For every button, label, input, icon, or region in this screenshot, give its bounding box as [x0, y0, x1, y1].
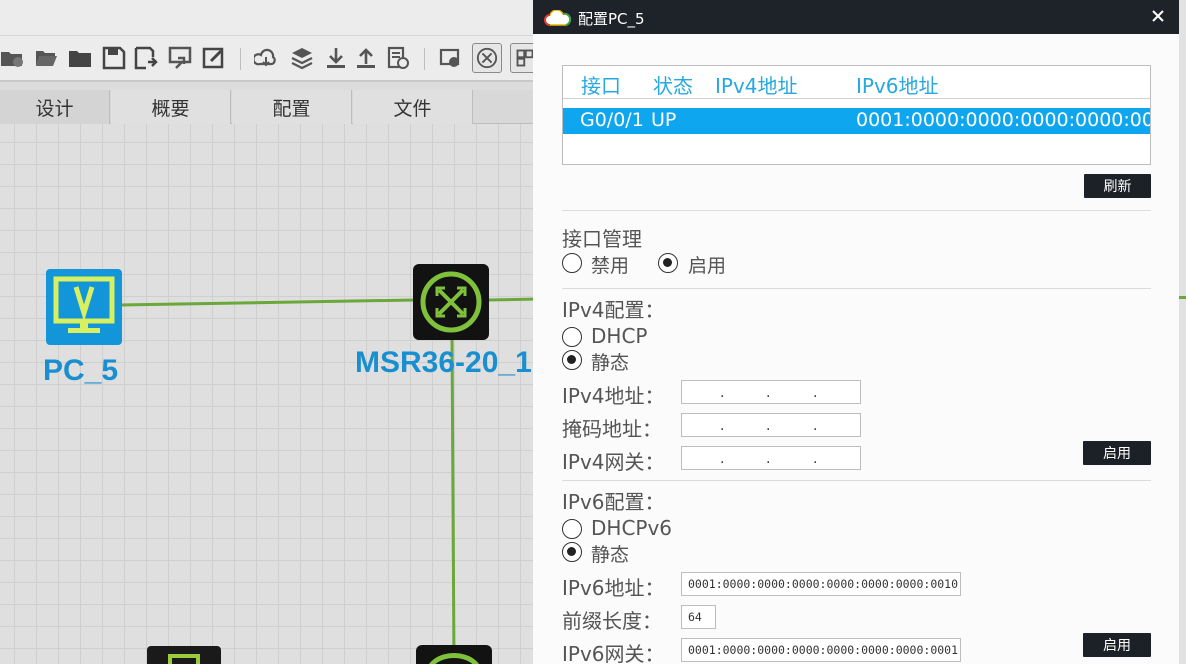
ipv4-static-radio[interactable]: [562, 350, 582, 370]
dialog-title: 配置PC_5: [578, 10, 645, 28]
router-icon: [426, 653, 482, 664]
ipv6-address-input[interactable]: 0001:0000:0000:0000:0000:0000:0000:0010: [681, 572, 961, 596]
edit-icon[interactable]: [202, 46, 226, 70]
router-node-partial[interactable]: [416, 645, 492, 664]
mask-address-label: 掩码地址：: [562, 417, 662, 441]
folder-icon[interactable]: [68, 46, 92, 70]
toolbar-separator: [424, 48, 425, 70]
router-node[interactable]: [413, 264, 489, 340]
ipv4-static-label: 静态: [591, 352, 630, 374]
pc-icon: [168, 654, 200, 664]
new-folder-icon[interactable]: [0, 46, 24, 70]
link-router-south[interactable]: [450, 335, 456, 664]
download-icon[interactable]: [324, 46, 348, 70]
upload-icon[interactable]: [354, 46, 378, 70]
column-header-interface: 接口: [581, 74, 621, 98]
close-icon[interactable]: [1149, 7, 1167, 25]
tab-files[interactable]: 文件: [353, 90, 473, 124]
table-header-divider: [563, 98, 1150, 99]
tab-overview[interactable]: 概要: [111, 90, 231, 124]
ipv6-static-radio[interactable]: [562, 542, 582, 562]
capture-icon[interactable]: [438, 46, 462, 70]
prefix-length-input[interactable]: 64: [681, 605, 716, 629]
column-header-status: 状态: [653, 74, 693, 98]
interface-table: 接口 状态 IPv4地址 IPv6地址 G0/0/1 UP 0001:0000:…: [562, 65, 1151, 165]
cell-status: UP: [651, 109, 677, 131]
grid-icon: [516, 49, 534, 67]
ipv4-config-title: IPv4配置：: [562, 298, 665, 322]
column-header-ipv6: IPv6地址: [856, 74, 939, 98]
history-icon[interactable]: [386, 46, 410, 70]
topology-canvas[interactable]: PC_5 MSR36-20_1: [0, 124, 540, 664]
pc-icon: [46, 269, 122, 345]
right-edge: [1179, 0, 1186, 664]
ipv6-dhcpv6-label: DHCPv6: [591, 516, 673, 540]
save-icon[interactable]: [102, 46, 126, 70]
topology-view-button[interactable]: [472, 43, 502, 73]
section-divider: [562, 480, 1151, 481]
ipv4-dhcp-radio[interactable]: [562, 327, 582, 347]
ipv6-gateway-input[interactable]: 0001:0000:0000:0000:0000:0000:0000:0001: [681, 638, 961, 662]
section-divider: [562, 210, 1151, 211]
layers-icon[interactable]: [290, 46, 314, 70]
cloud-logo-icon: [544, 10, 572, 26]
network-icon: [476, 47, 498, 69]
workspace-tabs: 设计 概要 配置 文件: [0, 90, 540, 124]
prefix-length-label: 前缀长度：: [562, 609, 662, 633]
mask-address-input[interactable]: ...: [681, 413, 861, 437]
ipv6-apply-button[interactable]: 启用: [1083, 633, 1151, 657]
interface-management-title: 接口管理: [562, 227, 642, 251]
enable-radio[interactable]: [658, 253, 678, 273]
ipv4-address-input[interactable]: ...: [681, 380, 861, 404]
disable-radio-label: 禁用: [591, 255, 630, 277]
column-header-ipv4: IPv4地址: [715, 74, 798, 98]
ipv4-address-label: IPv4地址：: [562, 384, 665, 408]
ipv4-gateway-label: IPv4网关：: [562, 450, 665, 474]
disable-radio[interactable]: [562, 253, 582, 273]
dialog-title-bar[interactable]: 配置PC_5: [533, 0, 1179, 34]
refresh-button[interactable]: 刷新: [1084, 174, 1151, 198]
toolbar-separator: [240, 48, 241, 70]
pc-node[interactable]: [46, 269, 122, 345]
save-as-icon[interactable]: [134, 46, 158, 70]
main-toolbar: [0, 36, 540, 82]
topology-links: [119, 297, 540, 664]
table-row[interactable]: G0/0/1 UP 0001:0000:0000:0000:0000:0000:…: [563, 108, 1150, 134]
cell-interface: G0/0/1: [580, 109, 644, 131]
ipv4-gateway-input[interactable]: ...: [681, 446, 861, 470]
cell-ipv6: 0001:0000:0000:0000:0000:0000:0000:0010: [856, 109, 1150, 131]
link-edge: [1179, 296, 1186, 299]
ipv6-static-label: 静态: [591, 544, 630, 566]
router-icon: [413, 264, 489, 340]
link-pc5-router[interactable]: [119, 298, 416, 307]
ipv6-gateway-label: IPv6网关：: [562, 642, 665, 664]
ipv6-dhcpv6-radio[interactable]: [562, 519, 582, 539]
tab-config[interactable]: 配置: [232, 90, 352, 124]
ipv6-config-title: IPv6配置：: [562, 490, 665, 514]
config-dialog: 配置PC_5 接口 状态 IPv4地址 IPv6地址 G0/0/1 UP 000…: [533, 0, 1179, 664]
enable-radio-label: 启用: [688, 255, 727, 277]
ipv6-address-label: IPv6地址：: [562, 576, 665, 600]
pc5-label: PC_5: [43, 354, 119, 387]
export-icon[interactable]: [168, 46, 192, 70]
ipv4-apply-button[interactable]: 启用: [1083, 441, 1151, 465]
open-folder-icon[interactable]: [34, 46, 58, 70]
section-divider: [562, 288, 1151, 289]
tab-design[interactable]: 设计: [0, 90, 110, 124]
router-label: MSR36-20_1: [355, 346, 532, 379]
cloud-download-icon[interactable]: [254, 46, 278, 70]
pc-node-partial[interactable]: [147, 646, 221, 664]
ipv4-dhcp-label: DHCP: [591, 324, 648, 348]
